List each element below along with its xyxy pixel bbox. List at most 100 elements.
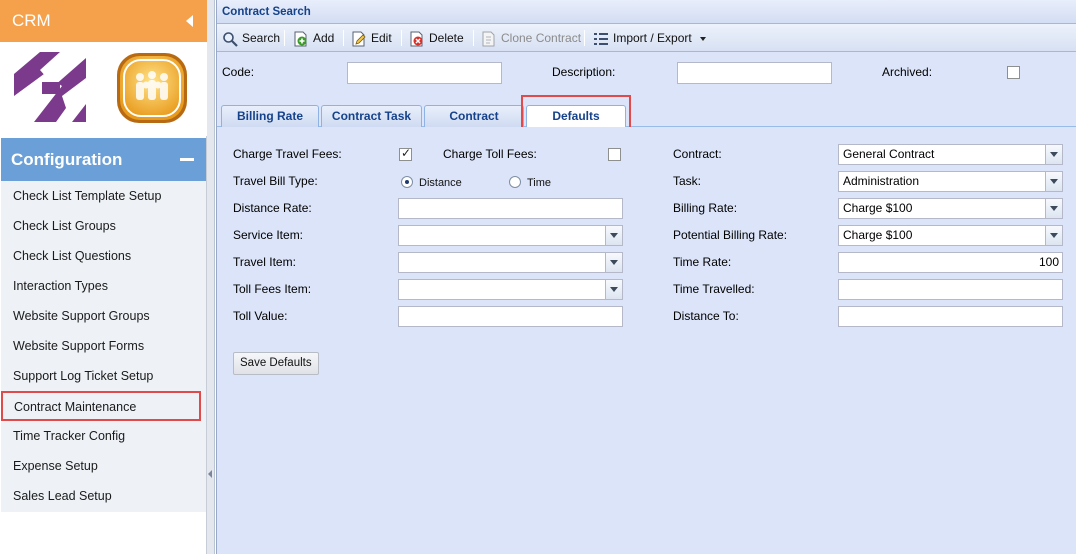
potential-billing-rate-combo[interactable]: Charge $100 [838,225,1063,246]
defaults-form: Charge Travel Fees: Charge Toll Fees: Tr… [217,127,1076,554]
save-defaults-button[interactable]: Save Defaults [233,352,319,375]
tab-billing-rate[interactable]: Billing Rate [221,105,319,127]
sidebar: CRM Configuration Check List Template Se… [0,0,207,554]
edit-icon [352,31,366,47]
edit-button[interactable]: Edit [351,28,392,48]
toll-value-input[interactable] [398,306,623,327]
service-item-label: Service Item: [233,228,304,242]
chevron-down-icon [700,36,707,41]
travel-item-label: Travel Item: [233,255,296,269]
chevron-down-icon[interactable] [1045,199,1062,218]
menu-item-expense-setup[interactable]: Expense Setup [1,451,206,481]
contract-value: General Contract [843,147,935,161]
travel-bill-type-time-radio[interactable] [509,176,521,188]
clone-contract-button-label: Clone Contract [501,31,582,45]
travel-bill-type-distance-radio[interactable] [401,176,413,188]
people-app-icon [117,53,187,123]
company-logo [14,52,86,122]
travel-item-combo[interactable] [398,252,623,273]
collapse-minus-icon[interactable] [180,158,194,161]
search-button-label: Search [242,31,281,45]
contract-search-panel: Contract Search Search Add Edit Delete C… [216,0,1076,554]
distance-rate-label: Distance Rate: [233,201,312,215]
charge-toll-fees-checkbox[interactable] [608,148,621,161]
logo-area [0,42,207,136]
billing-rate-value: Charge $100 [843,201,913,215]
time-travelled-input[interactable] [838,279,1063,300]
delete-button-label: Delete [429,31,464,45]
travel-bill-type-time-label: Time [527,177,552,189]
chevron-down-icon[interactable] [605,226,622,245]
toolbar-separator [473,30,474,46]
code-label: Code: [222,65,255,79]
chevron-down-icon[interactable] [1045,145,1062,164]
task-value: Administration [843,174,920,188]
menu-item-check-list-groups[interactable]: Check List Groups [1,211,206,241]
tab-contract-task[interactable]: Contract Task [321,105,422,127]
chevron-down-icon[interactable] [1045,172,1062,191]
defaults-tab-highlight [521,95,631,129]
archived-checkbox[interactable] [1007,66,1020,79]
toll-fees-item-combo[interactable] [398,279,623,300]
app-title: CRM [12,11,51,30]
charge-travel-fees-label: Charge Travel Fees: [233,147,342,161]
app-header: CRM [0,0,207,42]
configuration-title: Configuration [11,150,123,169]
search-icon [223,32,238,47]
menu-item-time-tracker-config[interactable]: Time Tracker Config [1,421,206,451]
import-export-button[interactable]: Import / Export [593,28,707,48]
chevron-down-icon[interactable] [605,253,622,272]
panel-title: Contract Search [217,0,1076,24]
time-rate-input[interactable]: 100 [838,252,1063,273]
menu-item-interaction-types[interactable]: Interaction Types [1,271,206,301]
code-input[interactable] [347,62,502,84]
toolbar: Search Add Edit Delete Clone Contract Im… [217,24,1076,52]
toll-value-label: Toll Value: [233,309,288,323]
distance-to-label: Distance To: [673,309,739,323]
toolbar-separator [584,30,585,46]
import-export-button-label: Import / Export [613,31,692,45]
menu-item-support-log-ticket-setup[interactable]: Support Log Ticket Setup [1,361,206,391]
sidebar-splitter[interactable] [207,0,215,554]
delete-button[interactable]: Delete [409,28,464,48]
description-input[interactable] [677,62,832,84]
billing-rate-label: Billing Rate: [673,201,738,215]
chevron-down-icon[interactable] [1045,226,1062,245]
menu-item-website-support-groups[interactable]: Website Support Groups [1,301,206,331]
contract-label: Contract: [673,147,722,161]
distance-rate-input[interactable] [398,198,623,219]
billing-rate-combo[interactable]: Charge $100 [838,198,1063,219]
toolbar-separator [284,30,285,46]
distance-to-input[interactable] [838,306,1063,327]
charge-travel-fees-checkbox[interactable] [399,146,412,161]
charge-toll-fees-label: Charge Toll Fees: [443,147,537,161]
menu-item-sales-lead-setup[interactable]: Sales Lead Setup [1,481,206,511]
menu-item-check-list-template-setup[interactable]: Check List Template Setup [1,181,206,211]
add-icon [294,31,307,47]
potential-billing-rate-value: Charge $100 [843,228,913,242]
task-combo[interactable]: Administration [838,171,1063,192]
description-label: Description: [552,65,616,79]
tab-contract[interactable]: Contract [424,105,524,127]
delete-icon [410,31,423,47]
clone-icon [482,31,495,47]
menu-item-website-support-forms[interactable]: Website Support Forms [1,331,206,361]
archived-label: Archived: [882,65,933,79]
contract-combo[interactable]: General Contract [838,144,1063,165]
edit-button-label: Edit [371,31,392,45]
task-label: Task: [673,174,702,188]
travel-bill-type-distance-label: Distance [419,177,462,189]
search-button[interactable]: Search [222,28,280,48]
splitter-arrow-icon[interactable] [208,470,212,478]
menu-item-contract-maintenance[interactable]: Contract Maintenance [1,391,201,421]
add-button[interactable]: Add [293,28,334,48]
service-item-combo[interactable] [398,225,623,246]
toll-fees-item-label: Toll Fees Item: [233,282,312,296]
toolbar-separator [401,30,402,46]
configuration-header[interactable]: Configuration [1,138,206,181]
menu-item-check-list-questions[interactable]: Check List Questions [1,241,206,271]
tab-strip: Billing Rate Contract Task Contract Defa… [217,100,1076,127]
clone-contract-button[interactable]: Clone Contract [481,28,581,48]
collapse-arrow-icon[interactable] [186,15,193,27]
chevron-down-icon[interactable] [605,280,622,299]
